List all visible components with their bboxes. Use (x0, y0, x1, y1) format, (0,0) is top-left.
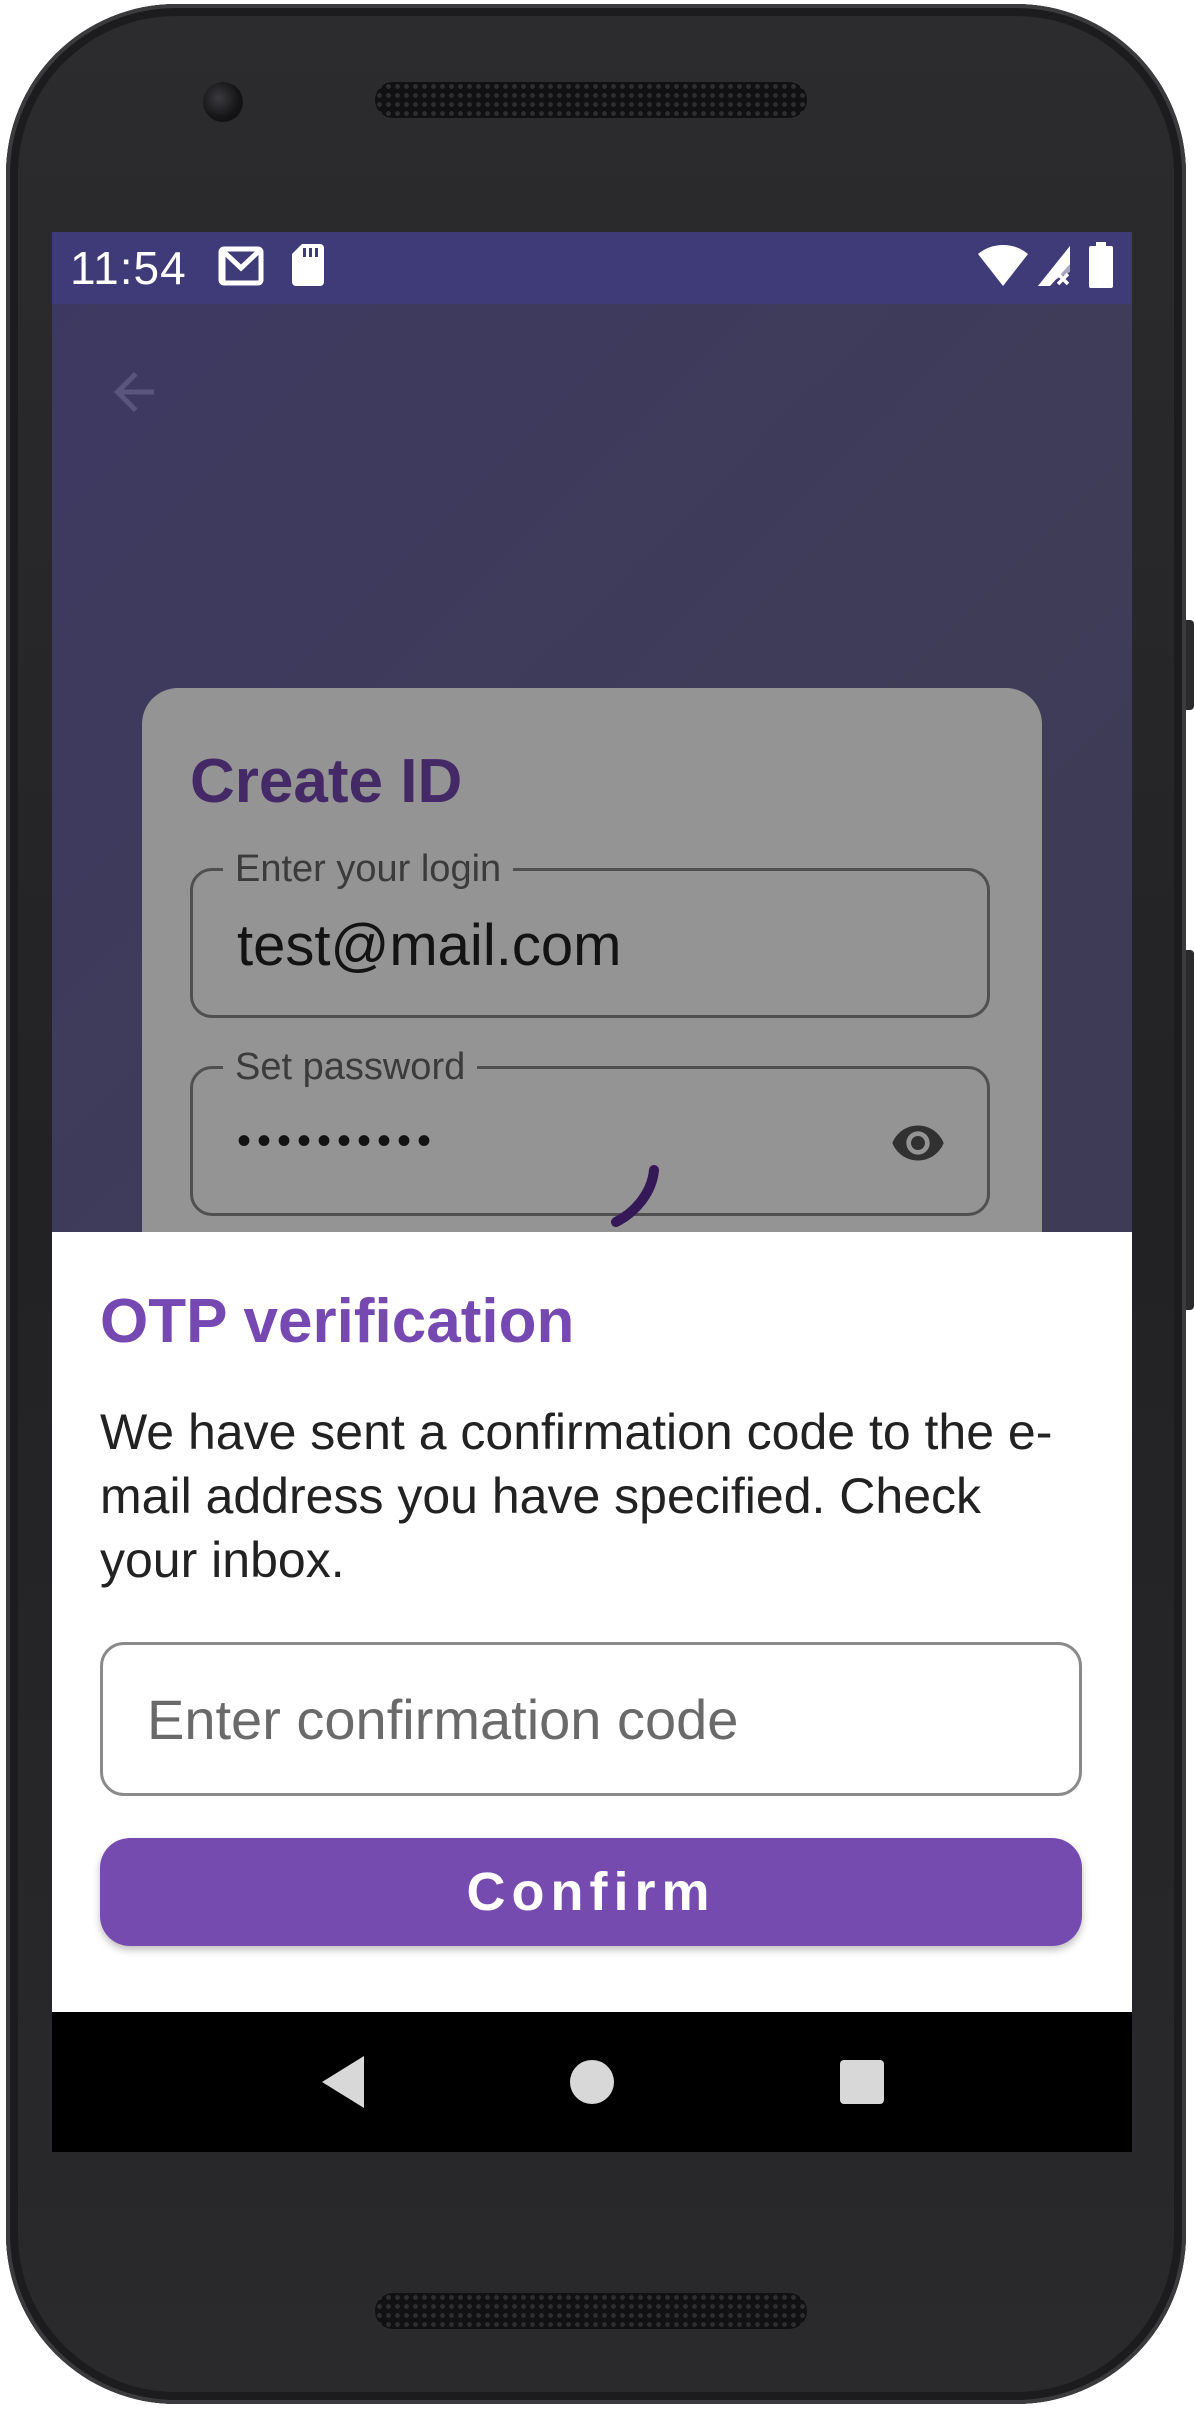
home-circle-icon[interactable] (560, 2050, 624, 2114)
signal-icon (1038, 246, 1070, 286)
navigation-bar (52, 2012, 1132, 2152)
wifi-icon (978, 245, 1028, 286)
sheet-title: OTP verification (100, 1287, 575, 1356)
top-speaker-grille (375, 82, 807, 118)
confirm-button[interactable]: Confirm (100, 1838, 1082, 1946)
volume-button (1186, 950, 1194, 1310)
bottom-speaker-grille (375, 2293, 807, 2329)
battery-icon (1089, 242, 1113, 288)
sheet-message: We have sent a confirmation code to the … (100, 1404, 1053, 1588)
screen: Create ID Enter your login test@mail.com… (52, 232, 1132, 2152)
recents-square-icon[interactable] (830, 2050, 894, 2114)
otp-bottom-sheet: OTP verification We have sent a confirma… (52, 1232, 1132, 2012)
gmail-icon (218, 246, 264, 286)
sd-card-icon (292, 244, 324, 286)
back-triangle-icon[interactable] (314, 2050, 378, 2114)
status-time: 11:54 (70, 242, 187, 294)
power-button (1186, 620, 1194, 710)
confirmation-code-input[interactable] (100, 1642, 1082, 1796)
front-camera (203, 82, 243, 122)
status-bar: 11:54 (52, 232, 1132, 304)
